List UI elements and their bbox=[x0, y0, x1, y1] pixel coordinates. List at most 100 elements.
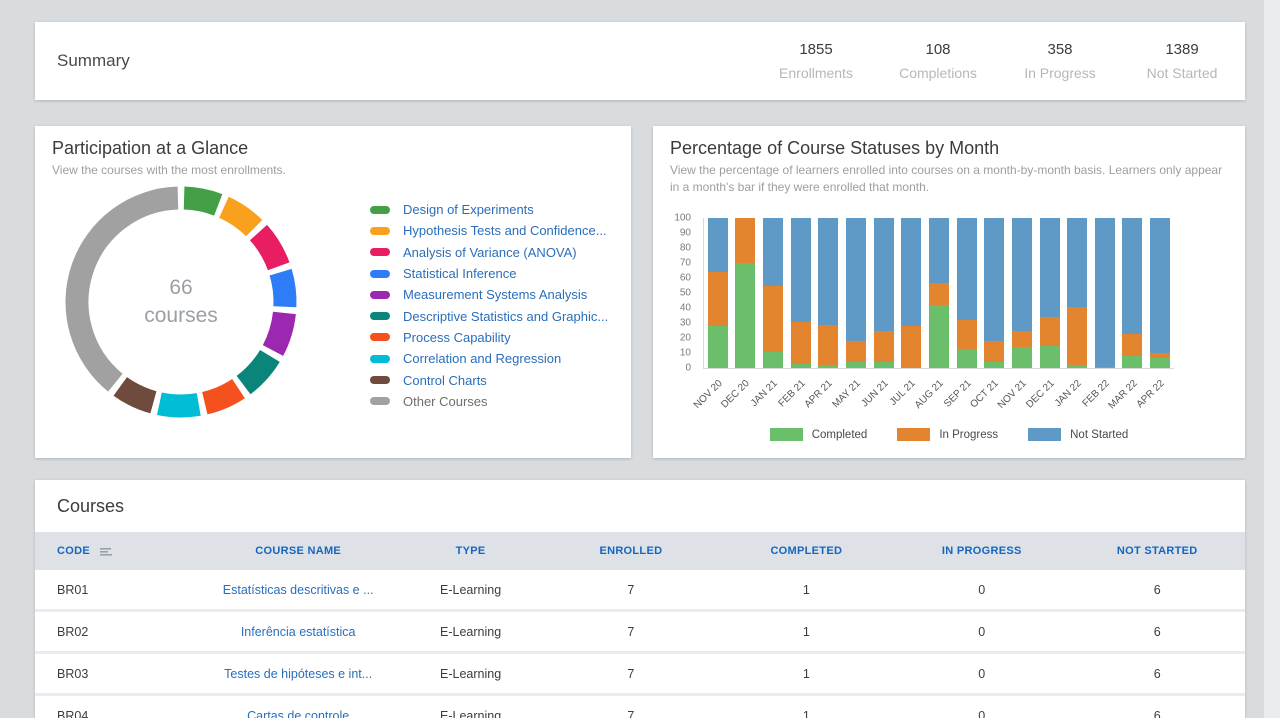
bar-segment-in-progress[interactable] bbox=[791, 322, 811, 364]
bar-segment-completed[interactable] bbox=[1012, 347, 1032, 368]
bar-segment-completed[interactable] bbox=[874, 362, 894, 368]
courses-card: Courses CODECOURSE NAMETYPEENROLLEDCOMPL… bbox=[35, 480, 1245, 718]
legend-label[interactable]: Correlation and Regression bbox=[403, 351, 561, 366]
column-header-code[interactable]: CODE bbox=[35, 545, 198, 557]
sort-icon[interactable] bbox=[99, 546, 113, 557]
legend-label[interactable]: Hypothesis Tests and Confidence... bbox=[403, 223, 607, 238]
bar-segment-not-started[interactable] bbox=[1067, 218, 1087, 307]
bar-x-axis: NOV 20DEC 20JAN 21FEB 21APR 21MAY 21JUN … bbox=[703, 372, 1173, 430]
bar-segment-completed[interactable] bbox=[818, 365, 838, 368]
legend-label[interactable]: Measurement Systems Analysis bbox=[403, 287, 587, 302]
bar-segment-in-progress[interactable] bbox=[846, 341, 866, 362]
column-header-label: COURSE NAME bbox=[255, 545, 341, 557]
bar-segment-not-started[interactable] bbox=[1122, 218, 1142, 334]
cell-code: BR03 bbox=[35, 667, 198, 681]
cell-not-started: 6 bbox=[1069, 583, 1244, 597]
column-header-completed[interactable]: COMPLETED bbox=[719, 545, 894, 557]
bar-segment-completed[interactable] bbox=[1067, 365, 1087, 368]
legend-label[interactable]: Analysis of Variance (ANOVA) bbox=[403, 245, 577, 260]
bar-segment-in-progress[interactable] bbox=[735, 218, 755, 263]
cell-not-started: 6 bbox=[1069, 625, 1244, 639]
column-header-enrolled[interactable]: ENROLLED bbox=[543, 545, 718, 557]
stat-value: 1389 bbox=[1121, 41, 1243, 58]
courses-table-header: CODE COURSE NAME TYPE ENROLLEDCOMPLETEDIN P… bbox=[35, 532, 1245, 570]
stat-value: 1855 bbox=[755, 41, 877, 58]
bar-segment-not-started[interactable] bbox=[984, 218, 1004, 341]
cell-in-progress: 0 bbox=[894, 709, 1069, 718]
bar-segment-completed[interactable] bbox=[846, 362, 866, 368]
bar-segment-in-progress[interactable] bbox=[1122, 334, 1142, 357]
legend-label[interactable]: Design of Experiments bbox=[403, 202, 534, 217]
legend-label[interactable]: Statistical Inference bbox=[403, 266, 516, 281]
stat-value: 358 bbox=[999, 41, 1121, 58]
column-header-in-progress[interactable]: IN PROGRESS bbox=[894, 545, 1069, 557]
bar-segment-in-progress[interactable] bbox=[1095, 367, 1115, 369]
bar-segment-not-started[interactable] bbox=[901, 218, 921, 326]
bar-segment-in-progress[interactable] bbox=[984, 341, 1004, 362]
bar-segment-in-progress[interactable] bbox=[1012, 331, 1032, 348]
bar-segment-not-started[interactable] bbox=[1095, 218, 1115, 367]
bar-segment-in-progress[interactable] bbox=[818, 325, 838, 366]
bar-segment-completed[interactable] bbox=[1040, 346, 1060, 369]
bar-segment-completed[interactable] bbox=[1122, 356, 1142, 368]
course-name-link[interactable]: Inferência estatística bbox=[198, 625, 398, 639]
participation-card: Participation at a Glance View the cours… bbox=[35, 126, 631, 458]
cell-type: E-Learning bbox=[398, 709, 543, 718]
bar-segment-completed[interactable] bbox=[708, 326, 728, 368]
bar-segment-not-started[interactable] bbox=[1012, 218, 1032, 331]
bar-segment-completed[interactable] bbox=[763, 352, 783, 369]
summary-stat-in-progress: 358In Progress bbox=[999, 41, 1121, 81]
column-header-type[interactable]: TYPE bbox=[398, 545, 543, 557]
scrollbar-track[interactable] bbox=[1264, 0, 1280, 718]
bar-segment-in-progress[interactable] bbox=[929, 283, 949, 306]
bar-segment-not-started[interactable] bbox=[708, 218, 728, 272]
bar-segment-in-progress[interactable] bbox=[874, 331, 894, 363]
bar-segment-not-started[interactable] bbox=[1150, 218, 1170, 353]
bar-segment-not-started[interactable] bbox=[763, 218, 783, 286]
bar-segment-not-started[interactable] bbox=[957, 218, 977, 320]
bar-segment-completed[interactable] bbox=[791, 364, 811, 369]
bar-legend-swatch bbox=[770, 428, 803, 441]
bar-segment-in-progress[interactable] bbox=[708, 272, 728, 326]
legend-label[interactable]: Control Charts bbox=[403, 373, 487, 388]
legend-item-process-capability: Process Capability bbox=[370, 327, 608, 348]
y-tick-0: 0 bbox=[685, 363, 691, 374]
legend-swatch bbox=[370, 333, 390, 341]
bar-segment-not-started[interactable] bbox=[929, 218, 949, 283]
summary-stat-not-started: 1389Not Started bbox=[1121, 41, 1243, 81]
bar-segment-not-started[interactable] bbox=[818, 218, 838, 325]
bar-legend-label: Not Started bbox=[1070, 429, 1128, 441]
legend-item-other-courses: Other Courses bbox=[370, 391, 608, 412]
bar-segment-not-started[interactable] bbox=[846, 218, 866, 341]
cell-type: E-Learning bbox=[398, 667, 543, 681]
bar-segment-completed[interactable] bbox=[735, 263, 755, 368]
column-header-label: NOT STARTED bbox=[1117, 545, 1198, 557]
table-row-br04: BR04Cartas de controleE-Learning7106 bbox=[35, 696, 1245, 718]
bar-dec-20 bbox=[735, 218, 755, 368]
column-header-not-started[interactable]: NOT STARTED bbox=[1069, 545, 1244, 557]
bar-segment-completed[interactable] bbox=[1150, 358, 1170, 369]
legend-label[interactable]: Descriptive Statistics and Graphic... bbox=[403, 309, 608, 324]
bar-segment-completed[interactable] bbox=[957, 349, 977, 369]
y-tick-30: 30 bbox=[680, 318, 691, 329]
column-header-course-name[interactable]: COURSE NAME bbox=[198, 545, 398, 557]
cell-type: E-Learning bbox=[398, 625, 543, 639]
bar-segment-in-progress[interactable] bbox=[1040, 317, 1060, 346]
bar-segment-in-progress[interactable] bbox=[1067, 307, 1087, 366]
bar-segment-not-started[interactable] bbox=[874, 218, 894, 331]
bar-segment-in-progress[interactable] bbox=[901, 326, 921, 368]
bar-segment-in-progress[interactable] bbox=[763, 286, 783, 352]
bar-segment-completed[interactable] bbox=[984, 362, 1004, 368]
bar-segment-not-started[interactable] bbox=[791, 218, 811, 322]
course-name-link[interactable]: Testes de hipóteses e int... bbox=[198, 667, 398, 681]
legend-swatch bbox=[370, 397, 390, 405]
bar-segment-in-progress[interactable] bbox=[957, 320, 977, 349]
course-name-link[interactable]: Cartas de controle bbox=[198, 709, 398, 718]
legend-label[interactable]: Process Capability bbox=[403, 330, 511, 345]
cell-completed: 1 bbox=[719, 709, 894, 718]
bar-segment-not-started[interactable] bbox=[1040, 218, 1060, 317]
column-header-label: TYPE bbox=[456, 545, 486, 557]
course-name-link[interactable]: Estatísticas descritivas e ... bbox=[198, 583, 398, 597]
bar-segment-completed[interactable] bbox=[929, 305, 949, 368]
y-tick-10: 10 bbox=[680, 348, 691, 359]
